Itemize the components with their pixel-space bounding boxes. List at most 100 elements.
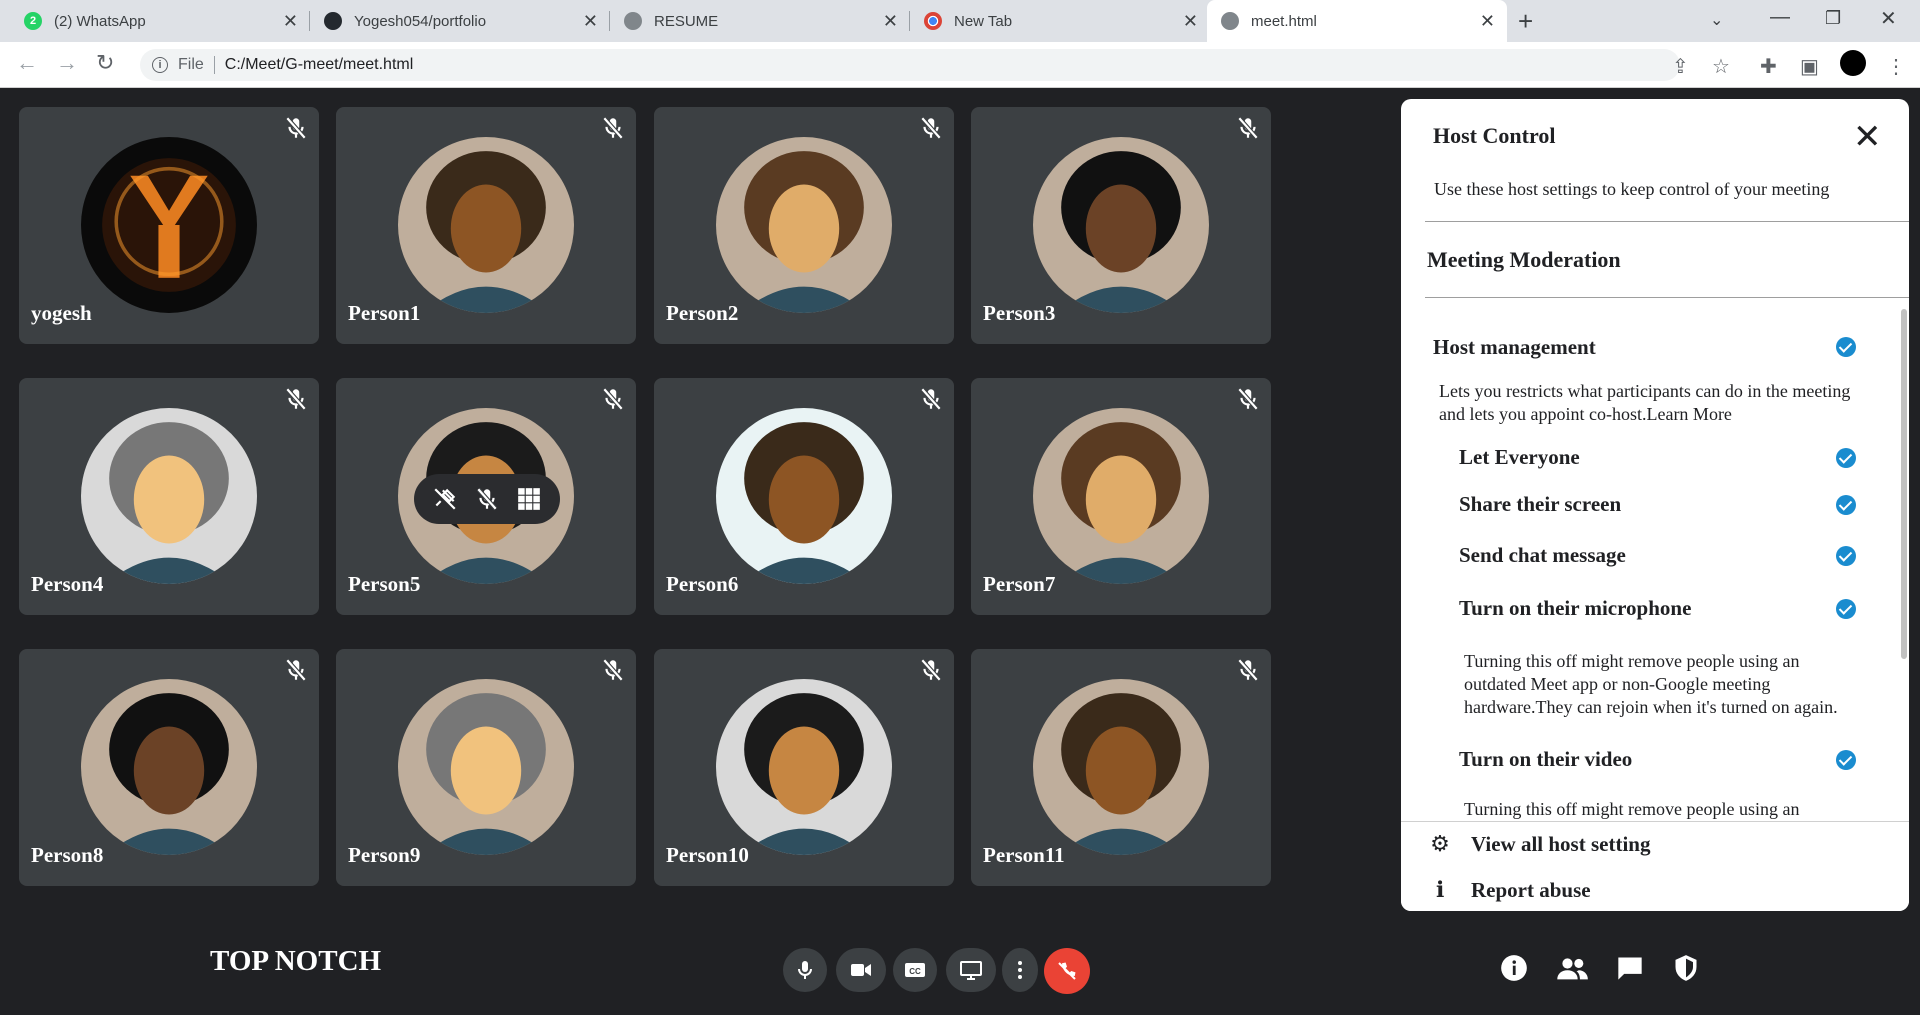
close-tab-icon[interactable]: ✕ [583, 11, 598, 31]
bookmark-star-icon[interactable]: ☆ [1712, 54, 1730, 79]
participant-tile[interactable]: Person5 [336, 378, 636, 615]
captions-button[interactable]: CC [893, 948, 937, 992]
participant-tile[interactable]: Person4 [19, 378, 319, 615]
muted-mic-icon [600, 657, 626, 683]
microphone-note: Turning this off might remove people usi… [1464, 650, 1838, 719]
tab-resume[interactable]: RESUME ✕ [610, 0, 910, 42]
tab-new-tab[interactable]: New Tab ✕ [910, 0, 1210, 42]
muted-mic-icon [283, 386, 309, 412]
tab-meet[interactable]: meet.html ✕ [1207, 0, 1507, 42]
chrome-icon [924, 12, 942, 30]
avatar [81, 137, 257, 313]
muted-mic-icon [918, 115, 944, 141]
chat-icon[interactable] [1616, 954, 1644, 982]
panel-scrollbar[interactable] [1901, 309, 1907, 659]
participant-name: Person9 [348, 843, 421, 867]
meeting-details-icon[interactable] [1500, 954, 1528, 982]
end-call-button[interactable] [1044, 948, 1090, 994]
muted-mic-icon [918, 386, 944, 412]
participant-tile[interactable]: Person6 [654, 378, 954, 615]
close-tab-icon[interactable]: ✕ [1480, 11, 1495, 31]
divider [1425, 221, 1909, 222]
let-everyone-checkbox[interactable] [1836, 448, 1856, 468]
url-divider [213, 56, 215, 74]
option-microphone: Turn on their microphone [1459, 596, 1692, 620]
participant-tile[interactable]: Person8 [19, 649, 319, 886]
present-screen-button[interactable] [946, 948, 996, 992]
close-tab-icon[interactable]: ✕ [1183, 11, 1198, 31]
closed-captions-icon: CC [905, 963, 925, 977]
close-tab-icon[interactable]: ✕ [883, 11, 898, 31]
option-video: Turn on their video [1459, 747, 1633, 771]
tab-title: meet.html [1251, 12, 1317, 30]
side-panel-icon[interactable]: ▣ [1800, 54, 1819, 79]
profile-avatar[interactable] [1840, 50, 1866, 76]
host-control-panel: Host Control ✕ Use these host settings t… [1401, 99, 1909, 911]
view-all-label: View all host setting [1471, 832, 1651, 856]
window-close-icon[interactable]: ✕ [1880, 6, 1897, 31]
grid-view-icon[interactable] [516, 486, 542, 512]
reload-icon[interactable]: ↻ [96, 50, 114, 76]
camera-button[interactable] [836, 948, 886, 992]
host-management-checkbox[interactable] [1836, 337, 1856, 357]
unpin-icon[interactable] [432, 486, 458, 512]
close-icon[interactable]: ✕ [1853, 117, 1882, 157]
microphone-checkbox[interactable] [1836, 599, 1856, 619]
muted-mic-icon [918, 657, 944, 683]
participant-name: Person4 [31, 572, 104, 596]
extensions-icon[interactable]: ✚ [1760, 54, 1777, 79]
panel-title: Host Control [1433, 123, 1556, 148]
video-checkbox[interactable] [1836, 750, 1856, 770]
tab-whatsapp[interactable]: 2 (2) WhatsApp ✕ [10, 0, 310, 42]
close-tab-icon[interactable]: ✕ [283, 11, 298, 31]
minimize-icon[interactable]: — [1770, 6, 1790, 29]
muted-mic-icon [1235, 657, 1261, 683]
menu-kebab-icon[interactable]: ⋮ [1886, 54, 1906, 79]
share-screen-checkbox[interactable] [1836, 495, 1856, 515]
participant-tile[interactable]: Person1 [336, 107, 636, 344]
restore-icon[interactable]: ❐ [1825, 8, 1841, 29]
muted-mic-icon [283, 115, 309, 141]
tab-github[interactable]: Yogesh054/portfolio ✕ [310, 0, 610, 42]
participant-tile[interactable]: Person3 [971, 107, 1271, 344]
mute-participant-icon[interactable] [474, 486, 500, 512]
report-abuse[interactable]: ℹ Report abuse [1429, 878, 1591, 903]
participant-tile[interactable]: yogesh [19, 107, 319, 344]
muted-mic-icon [283, 657, 309, 683]
participant-name: Person11 [983, 843, 1065, 867]
whatsapp-icon: 2 [24, 12, 42, 30]
participant-tile[interactable]: Person11 [971, 649, 1271, 886]
more-vert-icon [1018, 961, 1022, 979]
muted-mic-icon [1235, 115, 1261, 141]
new-tab-icon[interactable]: + [1518, 6, 1533, 37]
avatar [716, 137, 892, 313]
url-field[interactable]: i File C:/Meet/G-meet/meet.html [140, 49, 1680, 81]
participant-tile[interactable]: Person9 [336, 649, 636, 886]
tab-title: New Tab [954, 12, 1013, 30]
avatar [81, 679, 257, 855]
tab-title: RESUME [654, 12, 719, 30]
send-chat-checkbox[interactable] [1836, 546, 1856, 566]
option-let-everyone: Let Everyone [1459, 445, 1580, 469]
more-options-button[interactable] [1002, 948, 1038, 992]
description-line: outdated Meet app or non-Google meeting [1464, 674, 1771, 694]
participants-icon[interactable] [1555, 954, 1589, 982]
microphone-button[interactable] [783, 948, 827, 992]
description-line: Turning this off might remove people usi… [1464, 651, 1800, 671]
participant-name: Person7 [983, 572, 1056, 596]
participant-tile[interactable]: Person2 [654, 107, 954, 344]
url-scheme: File [178, 56, 204, 73]
section-title: Meeting Moderation [1427, 247, 1621, 272]
view-all-host-settings[interactable]: ⚙ View all host setting [1429, 832, 1650, 857]
share-icon[interactable]: ⇪ [1672, 54, 1689, 79]
host-controls-shield-icon[interactable] [1672, 954, 1700, 982]
participant-tile[interactable]: Person7 [971, 378, 1271, 615]
avatar [716, 679, 892, 855]
info-icon[interactable]: i [152, 57, 168, 73]
host-management-label: Host management [1433, 335, 1596, 359]
tab-search-icon[interactable]: ⌄ [1710, 10, 1723, 30]
participant-tile[interactable]: Person10 [654, 649, 954, 886]
back-icon[interactable]: ← [16, 50, 38, 76]
forward-icon[interactable]: → [56, 50, 78, 76]
globe-icon [1221, 12, 1239, 30]
